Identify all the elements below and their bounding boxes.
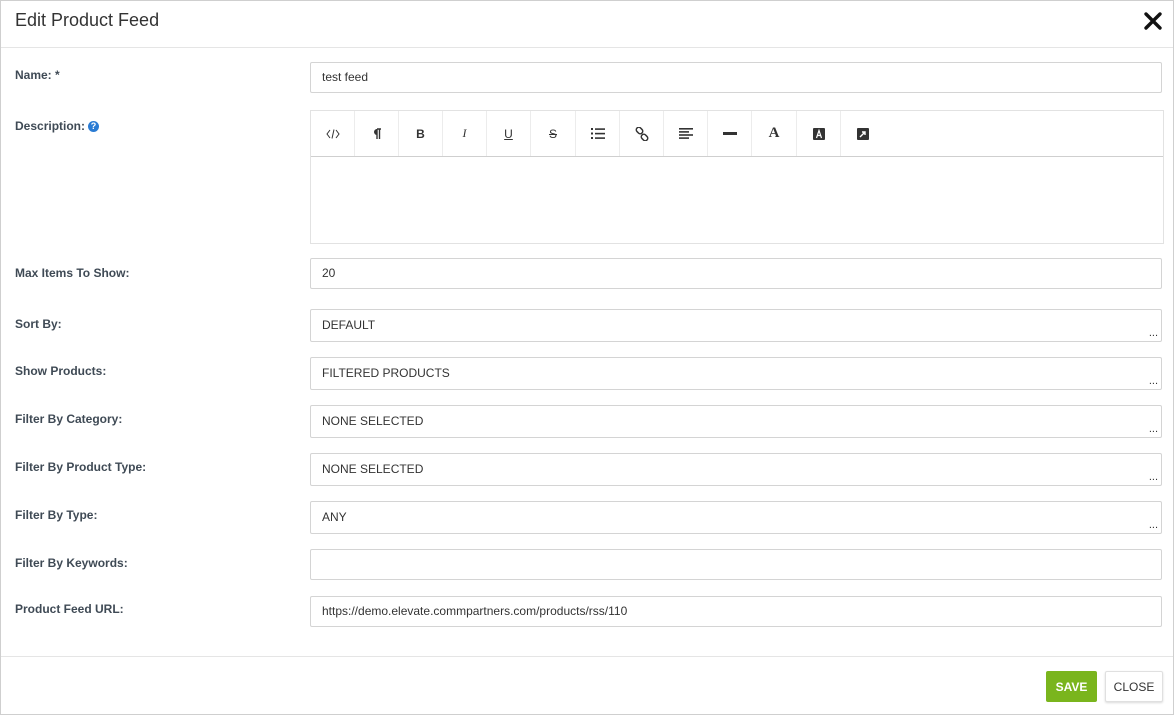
- feed-url-input[interactable]: https://demo.elevate.commpartners.com/pr…: [310, 596, 1162, 627]
- max-items-value: 20: [322, 266, 336, 280]
- bold-icon[interactable]: B: [399, 111, 443, 156]
- filter-product-type-value: NONE SELECTED: [322, 462, 424, 476]
- filter-type-label: Filter By Type:: [15, 508, 98, 522]
- filter-type-select[interactable]: ANY ...: [310, 501, 1162, 534]
- filter-category-select[interactable]: NONE SELECTED ...: [310, 405, 1162, 438]
- filter-product-type-label: Filter By Product Type:: [15, 460, 147, 474]
- max-items-label: Max Items To Show:: [15, 266, 130, 280]
- more-options-icon: ...: [1148, 471, 1158, 483]
- description-editor: B I U S A: [310, 110, 1164, 244]
- save-button[interactable]: SAVE: [1046, 671, 1097, 702]
- modal-footer: SAVE CLOSE: [1, 656, 1173, 715]
- name-input-value: test feed: [322, 70, 369, 84]
- question-circle-icon[interactable]: ?: [88, 121, 100, 132]
- close-icon[interactable]: [1143, 9, 1163, 31]
- editor-toolbar: B I U S A: [311, 111, 1163, 157]
- sort-by-select[interactable]: DEFAULT ...: [310, 309, 1162, 342]
- filter-category-value: NONE SELECTED: [322, 414, 424, 428]
- feed-url-label: Product Feed URL:: [15, 602, 124, 616]
- description-label: Description:?: [15, 119, 100, 133]
- filter-type-value: ANY: [322, 510, 347, 524]
- unordered-list-icon[interactable]: [576, 111, 620, 156]
- feed-url-value: https://demo.elevate.commpartners.com/pr…: [322, 604, 628, 618]
- show-products-select[interactable]: FILTERED PRODUCTS ...: [310, 357, 1162, 390]
- link-icon[interactable]: [620, 111, 664, 156]
- max-items-input[interactable]: 20: [310, 258, 1162, 289]
- sort-by-label: Sort By:: [15, 317, 62, 331]
- font-size-icon[interactable]: A: [752, 111, 797, 156]
- horizontal-rule-icon[interactable]: [708, 111, 752, 156]
- paragraph-icon[interactable]: [355, 111, 399, 156]
- modal-title: Edit Product Feed: [15, 10, 160, 30]
- filter-product-type-select[interactable]: NONE SELECTED ...: [310, 453, 1162, 486]
- edit-product-feed-modal: Edit Product Feed Name: * test feed Desc…: [0, 0, 1174, 715]
- name-input[interactable]: test feed: [310, 62, 1162, 93]
- align-left-icon[interactable]: [664, 111, 708, 156]
- filter-keywords-label: Filter By Keywords:: [15, 556, 128, 570]
- more-options-icon: ...: [1148, 375, 1158, 387]
- more-options-icon: ...: [1148, 519, 1158, 531]
- more-options-icon: ...: [1148, 327, 1158, 339]
- insert-image-icon[interactable]: [841, 111, 884, 156]
- show-products-value: FILTERED PRODUCTS: [322, 366, 450, 380]
- font-color-icon[interactable]: [797, 111, 841, 156]
- show-products-label: Show Products:: [15, 364, 107, 378]
- name-label: Name: *: [15, 68, 60, 82]
- underline-icon[interactable]: U: [487, 111, 531, 156]
- sort-by-value: DEFAULT: [322, 318, 376, 332]
- description-label-text: Description:: [15, 119, 86, 133]
- code-view-icon[interactable]: [311, 111, 355, 156]
- more-options-icon: ...: [1148, 423, 1158, 435]
- filter-category-label: Filter By Category:: [15, 412, 123, 426]
- filter-keywords-input[interactable]: [310, 549, 1162, 580]
- modal-header: Edit Product Feed: [1, 1, 1173, 48]
- close-button[interactable]: CLOSE: [1105, 671, 1163, 702]
- italic-icon[interactable]: I: [443, 111, 487, 156]
- description-textarea[interactable]: [311, 157, 1163, 243]
- strikethrough-icon[interactable]: S: [531, 111, 576, 156]
